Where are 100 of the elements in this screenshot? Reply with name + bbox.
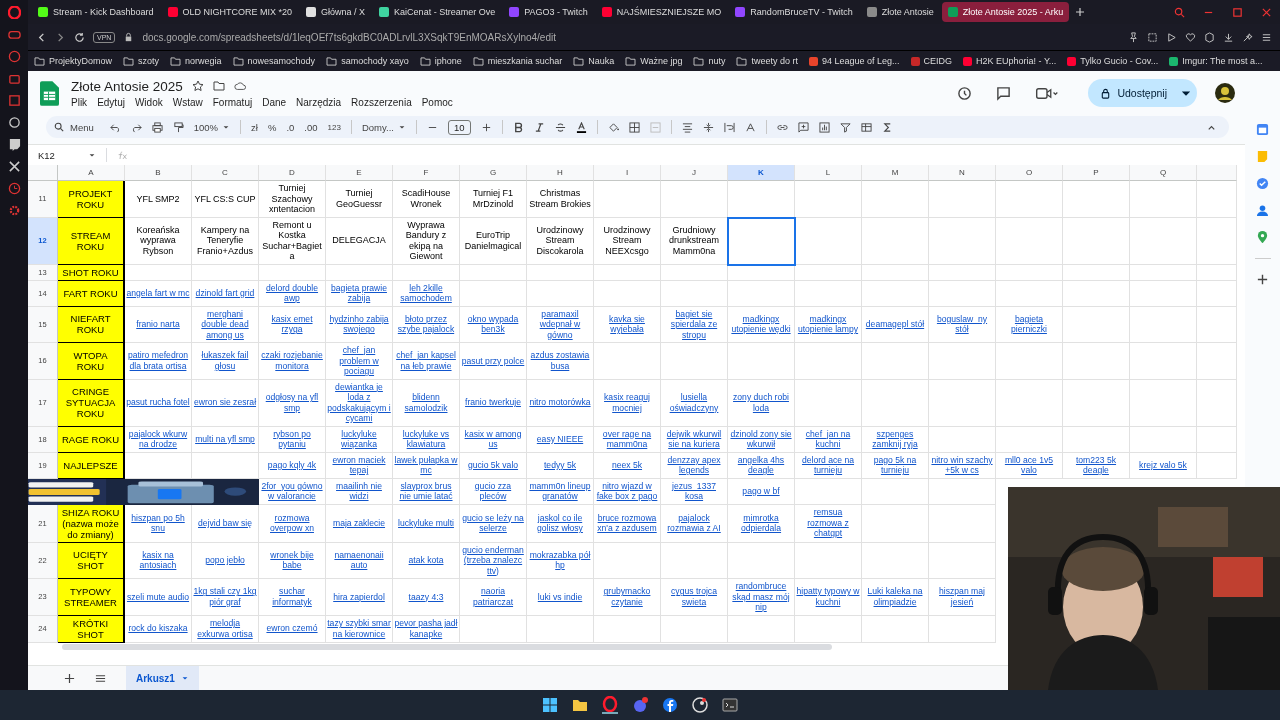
cell-link[interactable]: dejwik wkurwil sie na kuriera bbox=[662, 428, 726, 450]
empty-cell[interactable] bbox=[929, 181, 996, 218]
align-icon[interactable] bbox=[681, 121, 693, 133]
address-field[interactable]: docs.google.com/spreadsheets/d/1leqOEf7ts6gkdBC0ADLrvlL3XSqkT9EnMOARsXylno4/edit bbox=[142, 31, 556, 43]
cell-link[interactable]: popo jebło bbox=[205, 555, 245, 566]
empty-cell[interactable] bbox=[594, 181, 661, 218]
video-call-icon[interactable] bbox=[1035, 85, 1060, 101]
empty-cell[interactable] bbox=[862, 504, 929, 543]
empty-cell[interactable] bbox=[259, 264, 326, 281]
column-header[interactable]: O bbox=[996, 165, 1063, 181]
cell-link[interactable]: suchar informatyk bbox=[260, 586, 324, 608]
text-color-icon[interactable] bbox=[575, 121, 587, 133]
cell-link[interactable]: pasut rucha fotel bbox=[126, 397, 190, 408]
empty-cell[interactable] bbox=[795, 615, 862, 643]
empty-cell[interactable] bbox=[192, 452, 259, 479]
cell-link[interactable]: pago w bf bbox=[742, 485, 780, 497]
cell-link[interactable]: tazy szybki smar na kierownice bbox=[327, 618, 391, 639]
cell-link[interactable]: merghani double dead among us bbox=[193, 308, 257, 340]
tasks-icon[interactable] bbox=[1256, 177, 1269, 190]
cell-link[interactable]: slayprox brus nie umie latać bbox=[394, 480, 458, 502]
cell-link[interactable]: lawek pułapka w mc bbox=[394, 454, 458, 476]
start-button[interactable] bbox=[542, 697, 558, 713]
cell-link[interactable]: nitro wjazd w fake box z pago bbox=[595, 480, 659, 502]
empty-cell[interactable] bbox=[929, 504, 996, 543]
empty-cell[interactable] bbox=[1130, 264, 1197, 281]
cell-link[interactable]: 1kg stali czy 1kg piór graf bbox=[193, 586, 257, 608]
cell-link[interactable]: kasix w among us bbox=[461, 428, 525, 450]
cell-link[interactable]: jaskol co ile golisz włosy bbox=[528, 512, 592, 534]
cell-link[interactable]: bagieta pierniczki bbox=[997, 313, 1061, 335]
column-header[interactable]: L bbox=[795, 165, 862, 181]
browser-tab[interactable]: RandomBruceTV - Twitch bbox=[729, 2, 859, 22]
cell-link[interactable]: dzinold fart grid bbox=[195, 287, 255, 299]
close-icon[interactable] bbox=[1261, 6, 1272, 18]
cell-link[interactable]: pajalock rozmawia z AI bbox=[662, 512, 726, 534]
cell-link[interactable]: mamm0n lineup granatów bbox=[528, 480, 592, 502]
empty-cell[interactable] bbox=[1130, 280, 1197, 307]
empty-cell[interactable] bbox=[862, 379, 929, 427]
functions-icon[interactable] bbox=[881, 121, 893, 133]
cell-link[interactable]: taazy 4:3 bbox=[408, 591, 444, 602]
empty-cell[interactable] bbox=[795, 181, 862, 218]
cell-link[interactable]: deamagepl stół bbox=[865, 319, 925, 330]
screenshot-icon[interactable] bbox=[1147, 31, 1158, 43]
cell-link[interactable]: mimrotka odpierdala bbox=[729, 512, 793, 534]
cell-link[interactable]: dzinold zony sie wkurwił bbox=[729, 428, 793, 450]
insert-chart-icon[interactable] bbox=[818, 121, 830, 133]
empty-cell[interactable] bbox=[795, 264, 862, 281]
cell-link[interactable]: ewron czemó bbox=[266, 623, 318, 634]
empty-cell[interactable] bbox=[795, 379, 862, 427]
empty-cell[interactable] bbox=[728, 343, 795, 380]
empty-cell[interactable] bbox=[795, 343, 862, 380]
empty-cell[interactable] bbox=[996, 181, 1063, 218]
cell-link[interactable]: delord double awp bbox=[260, 282, 324, 304]
spreadsheet-logo-icon[interactable] bbox=[40, 80, 59, 106]
cell-link[interactable]: luckyluke wiązanka bbox=[327, 428, 391, 450]
empty-cell[interactable] bbox=[527, 264, 594, 281]
column-header[interactable]: N bbox=[929, 165, 996, 181]
empty-cell[interactable] bbox=[1063, 306, 1130, 343]
italic-icon[interactable] bbox=[533, 121, 545, 133]
cell-link[interactable]: blidenn samolodzik bbox=[394, 392, 458, 413]
column-header[interactable]: P bbox=[1063, 165, 1130, 181]
column-header[interactable]: G bbox=[460, 165, 527, 181]
scrollbar-thumb[interactable] bbox=[62, 643, 832, 650]
x-icon[interactable] bbox=[7, 160, 21, 173]
cell-link[interactable]: chef_jan na kuchni bbox=[796, 428, 860, 450]
bookmark[interactable]: samochody xayo bbox=[326, 56, 409, 66]
empty-cell[interactable] bbox=[594, 343, 661, 380]
ai-icon[interactable] bbox=[1242, 31, 1253, 43]
browser-tab[interactable]: Stream - Kick Dashboard bbox=[32, 2, 160, 22]
empty-cell[interactable] bbox=[862, 343, 929, 380]
cell-link[interactable]: nitro win szachy +5k w cs bbox=[930, 454, 994, 476]
empty-cell[interactable] bbox=[929, 542, 996, 579]
empty-cell[interactable] bbox=[1063, 379, 1130, 427]
selected-cell[interactable] bbox=[728, 217, 795, 265]
cell-link[interactable]: azdus zostawia busa bbox=[528, 350, 592, 372]
cell-link[interactable]: neex 5k bbox=[611, 459, 643, 471]
font-dropdown[interactable]: Domy... bbox=[361, 121, 394, 133]
name-box[interactable]: K12 bbox=[38, 149, 84, 161]
empty-cell[interactable] bbox=[929, 379, 996, 427]
avatar[interactable] bbox=[1215, 83, 1235, 103]
empty-cell[interactable] bbox=[728, 280, 795, 307]
cell-link[interactable]: atak kota bbox=[408, 555, 444, 566]
pin-icon[interactable] bbox=[1128, 31, 1139, 43]
download-icon[interactable] bbox=[1223, 31, 1234, 43]
cell-link[interactable]: kavka sie wyjebała bbox=[595, 313, 659, 335]
column-header[interactable]: F bbox=[393, 165, 460, 181]
heart-icon[interactable] bbox=[1185, 31, 1196, 43]
zoom-dropdown[interactable]: 100% bbox=[193, 121, 219, 133]
bold-icon[interactable] bbox=[512, 121, 524, 133]
cell-link[interactable]: rock do kiszaka bbox=[128, 623, 188, 634]
column-header[interactable]: B bbox=[125, 165, 192, 181]
empty-cell[interactable] bbox=[929, 280, 996, 307]
paint-format-icon[interactable] bbox=[172, 121, 184, 133]
bookmark[interactable]: szoty bbox=[123, 56, 160, 66]
menu-item[interactable]: Formatuj bbox=[212, 96, 253, 108]
menu-item[interactable]: Edytuj bbox=[97, 96, 125, 108]
empty-cell[interactable] bbox=[929, 478, 996, 505]
empty-cell[interactable] bbox=[1130, 181, 1197, 218]
cell-link[interactable]: melodja exkurwa ortisa bbox=[193, 618, 257, 639]
empty-cell[interactable] bbox=[929, 217, 996, 265]
cell-link[interactable]: luckyluke vs klawiatura bbox=[394, 428, 458, 450]
